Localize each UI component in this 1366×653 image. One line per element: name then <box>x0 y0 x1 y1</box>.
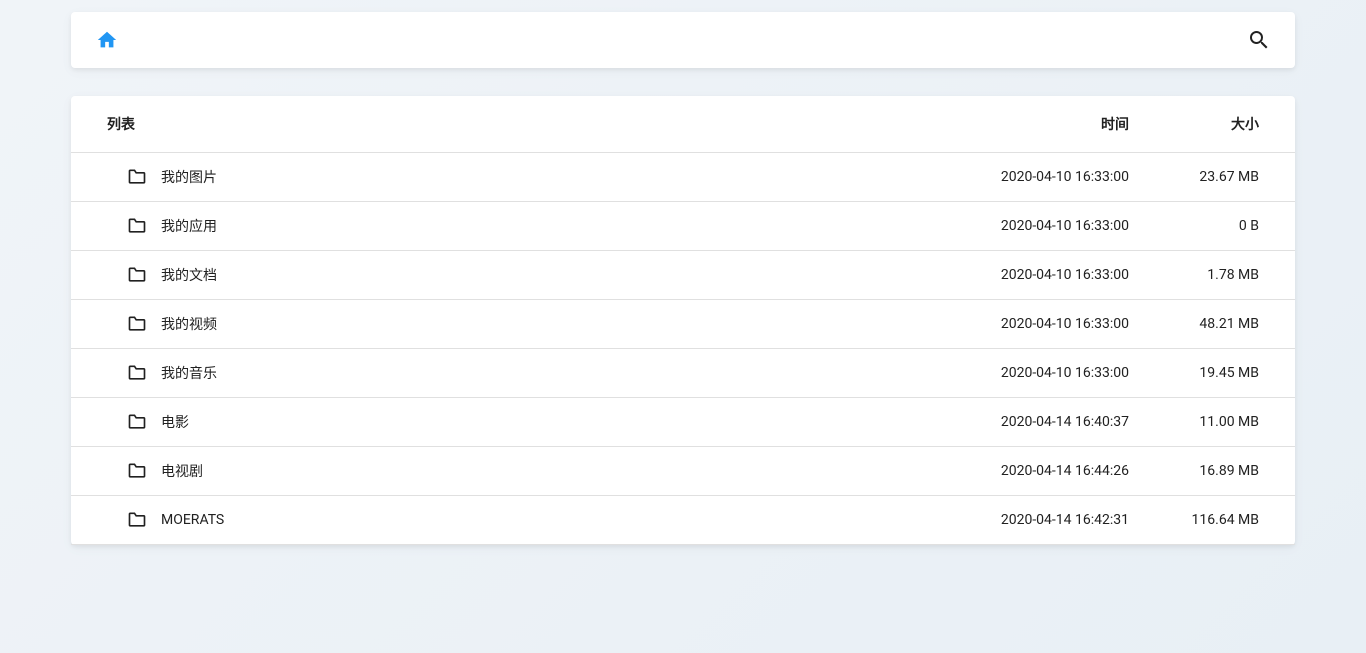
file-size: 23.67 MB <box>1145 153 1295 202</box>
file-name: 电视剧 <box>161 461 203 481</box>
breadcrumb-bar <box>71 12 1295 68</box>
file-time: 2020-04-10 16:33:00 <box>905 153 1145 202</box>
file-size: 116.64 MB <box>1145 496 1295 545</box>
file-time: 2020-04-10 16:33:00 <box>905 202 1145 251</box>
file-time: 2020-04-10 16:33:00 <box>905 349 1145 398</box>
file-table: 列表 时间 大小 我的图片2020-04-10 16:33:0023.67 MB… <box>71 96 1295 545</box>
file-list-panel: 列表 时间 大小 我的图片2020-04-10 16:33:0023.67 MB… <box>71 96 1295 545</box>
folder-icon <box>127 412 147 432</box>
file-size: 16.89 MB <box>1145 447 1295 496</box>
table-row[interactable]: 电影 2020-04-14 16:40:3711.00 MB <box>71 398 1295 447</box>
file-size: 11.00 MB <box>1145 398 1295 447</box>
column-header-size[interactable]: 大小 <box>1145 96 1295 153</box>
search-icon <box>1247 28 1271 52</box>
file-time: 2020-04-14 16:42:31 <box>905 496 1145 545</box>
file-name: MOERATS <box>161 512 224 528</box>
table-row[interactable]: 我的应用 2020-04-10 16:33:000 B <box>71 202 1295 251</box>
column-header-time[interactable]: 时间 <box>905 96 1145 153</box>
table-row[interactable]: 我的音乐 2020-04-10 16:33:0019.45 MB <box>71 349 1295 398</box>
table-row[interactable]: 我的视频 2020-04-10 16:33:0048.21 MB <box>71 300 1295 349</box>
file-name: 我的应用 <box>161 216 217 236</box>
file-size: 0 B <box>1145 202 1295 251</box>
home-icon <box>96 29 118 51</box>
table-row[interactable]: 我的图片 2020-04-10 16:33:0023.67 MB <box>71 153 1295 202</box>
folder-icon <box>127 363 147 383</box>
file-name: 电影 <box>161 412 189 432</box>
folder-icon <box>127 510 147 530</box>
home-button[interactable] <box>95 28 119 52</box>
folder-icon <box>127 461 147 481</box>
folder-icon <box>127 167 147 187</box>
folder-icon <box>127 265 147 285</box>
file-time: 2020-04-14 16:44:26 <box>905 447 1145 496</box>
file-size: 48.21 MB <box>1145 300 1295 349</box>
search-button[interactable] <box>1247 28 1271 52</box>
file-time: 2020-04-10 16:33:00 <box>905 300 1145 349</box>
file-size: 1.78 MB <box>1145 251 1295 300</box>
table-row[interactable]: 我的文档 2020-04-10 16:33:001.78 MB <box>71 251 1295 300</box>
file-name: 我的图片 <box>161 167 217 187</box>
file-size: 19.45 MB <box>1145 349 1295 398</box>
column-header-name[interactable]: 列表 <box>71 96 905 153</box>
table-row[interactable]: MOERATS 2020-04-14 16:42:31116.64 MB <box>71 496 1295 545</box>
file-time: 2020-04-10 16:33:00 <box>905 251 1145 300</box>
table-row[interactable]: 电视剧 2020-04-14 16:44:2616.89 MB <box>71 447 1295 496</box>
file-name: 我的音乐 <box>161 363 217 383</box>
file-time: 2020-04-14 16:40:37 <box>905 398 1145 447</box>
file-name: 我的视频 <box>161 314 217 334</box>
table-header-row: 列表 时间 大小 <box>71 96 1295 153</box>
folder-icon <box>127 314 147 334</box>
file-name: 我的文档 <box>161 265 217 285</box>
folder-icon <box>127 216 147 236</box>
